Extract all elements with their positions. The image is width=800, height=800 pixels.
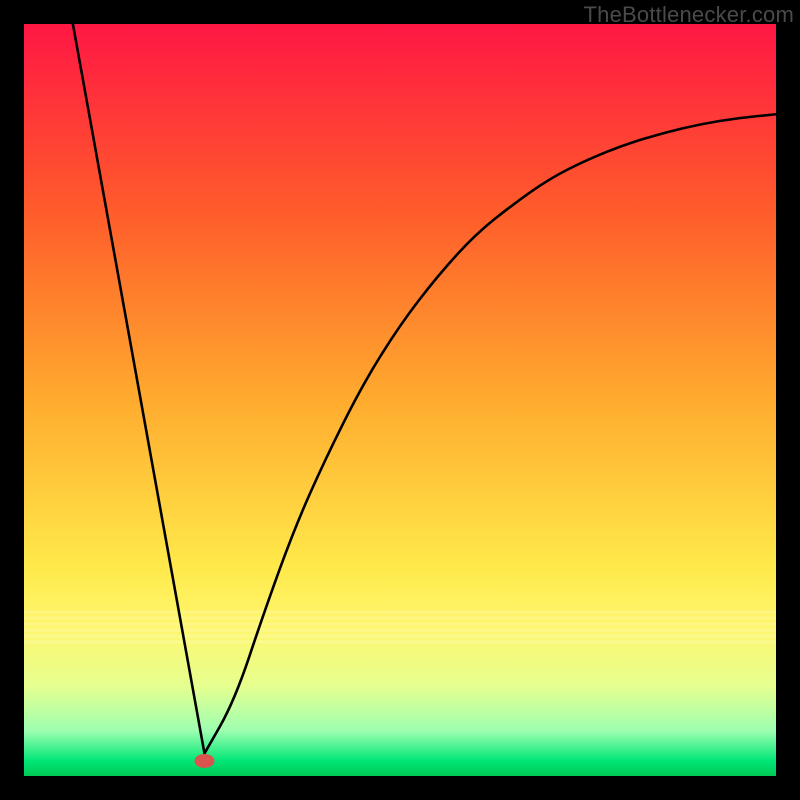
- chart-canvas: [24, 24, 776, 776]
- minimum-marker: [194, 754, 214, 768]
- chart-frame: TheBottlenecker.com: [0, 0, 800, 800]
- plot-area: [24, 24, 776, 776]
- gradient-background: [24, 24, 776, 776]
- watermark-text: TheBottlenecker.com: [584, 2, 794, 28]
